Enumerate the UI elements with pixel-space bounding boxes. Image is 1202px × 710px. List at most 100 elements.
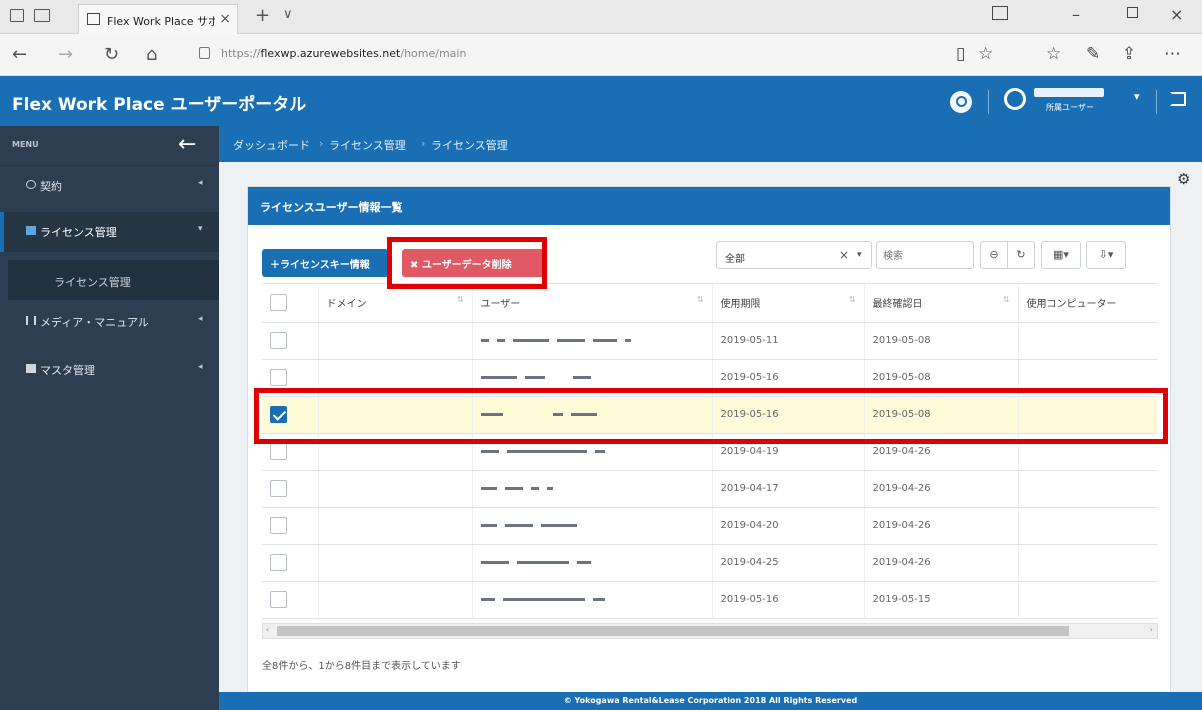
more-icon[interactable]: ⋯ (1164, 44, 1181, 64)
maximize-icon[interactable] (1127, 7, 1138, 18)
minimize-icon[interactable]: – (1072, 5, 1080, 24)
favorites-list-icon[interactable]: ☆ (1046, 44, 1061, 64)
last-checked-cell: 2019-05-08 (864, 396, 1019, 434)
refresh-table-button[interactable]: ↻ (1007, 241, 1035, 269)
lock-icon (199, 47, 210, 59)
computer-cell (1018, 544, 1158, 582)
menu-label: MENU (12, 140, 39, 149)
user-menu-caret-icon[interactable]: ▾ (1134, 90, 1140, 103)
url-field[interactable]: https://flexwp.azurewebsites.net/home/ma… (193, 41, 943, 69)
search-input[interactable] (883, 247, 967, 265)
web-note-icon[interactable]: ✎ (1086, 44, 1100, 64)
forward-icon[interactable]: → (58, 44, 73, 65)
column-header-domain[interactable]: ドメイン ⇅ (318, 284, 473, 323)
computer-cell (1018, 507, 1158, 545)
column-header-user[interactable]: ユーザー ⇅ (472, 284, 713, 323)
license-key-info-button[interactable]: ＋ライセンスキー情報 (262, 249, 388, 277)
export-button[interactable]: ⇩▾ (1086, 241, 1126, 269)
domain-cell (318, 322, 473, 360)
delete-user-data-button[interactable]: ✖ ユーザーデータ削除 (402, 249, 544, 277)
share-icon[interactable]: ⇪ (1122, 44, 1136, 64)
search-box (876, 241, 974, 269)
footer: © Yokogawa Rental&Lease Corporation 2018… (219, 692, 1202, 710)
row-checkbox[interactable] (270, 332, 287, 349)
tablet-mode-icon[interactable] (992, 6, 1008, 20)
table-row[interactable]: 2019-05-11 2019-05-08 (262, 322, 1158, 360)
row-checkbox[interactable] (270, 591, 287, 608)
scroll-right-icon[interactable]: › (1150, 625, 1153, 634)
column-header-last-checked[interactable]: 最終確認日 ⇅ (864, 284, 1019, 323)
table-row[interactable]: 2019-04-20 2019-04-26 (262, 507, 1158, 545)
panel-title: ライセンスユーザー情報一覧 (260, 201, 403, 214)
tab-manager-icon[interactable] (10, 9, 24, 22)
back-icon[interactable]: ← (12, 44, 27, 65)
table-row-selected[interactable]: 2019-05-16 2019-05-08 (262, 396, 1158, 434)
domain-cell (318, 544, 473, 582)
header-divider (1156, 90, 1157, 114)
tab-aside-icon[interactable] (34, 9, 50, 22)
media-icon (26, 316, 36, 325)
sidebar-item-label: マスタ管理 (40, 364, 95, 377)
user-cell-redacted (472, 470, 713, 508)
close-window-icon[interactable]: × (1170, 5, 1183, 24)
tab-list-icon[interactable]: ∨ (283, 7, 293, 22)
user-role: 所属ユーザー (1046, 103, 1094, 112)
logout-icon[interactable] (1170, 92, 1186, 106)
horizontal-scrollbar[interactable]: ‹ › (262, 623, 1158, 639)
scrollbar-thumb[interactable] (277, 626, 1069, 636)
breadcrumb-item[interactable]: ライセンス管理 (329, 137, 406, 153)
row-checkbox[interactable] (270, 554, 287, 571)
sidebar: MENU ← 契約 ◂ ライセンス管理 ▾ ライセンス管理 メディア・マニュアル… (0, 126, 219, 710)
row-checkbox[interactable] (270, 480, 287, 497)
filter-select[interactable]: 全部 × ▾ (716, 241, 872, 269)
sidebar-item-master[interactable]: マスタ管理 ◂ (0, 350, 219, 390)
sidebar-item-contract[interactable]: 契約 ◂ (0, 166, 219, 206)
sort-icon: ⇅ (848, 295, 856, 305)
table-row[interactable]: 2019-04-25 2019-04-26 (262, 544, 1158, 582)
sidebar-item-license[interactable]: ライセンス管理 ▾ (0, 212, 219, 252)
last-checked-cell: 2019-04-26 (864, 433, 1019, 471)
domain-cell (318, 581, 473, 619)
column-header-computer[interactable]: 使用コンピューター (1018, 284, 1158, 323)
select-all-checkbox[interactable] (270, 294, 287, 312)
used-until-cell: 2019-05-11 (712, 322, 865, 360)
contract-icon (26, 180, 36, 189)
refresh-icon[interactable]: ↻ (104, 44, 119, 65)
table-row[interactable]: 2019-05-16 2019-05-08 (262, 359, 1158, 397)
used-until-cell: 2019-05-16 (712, 396, 865, 434)
header-divider (988, 90, 989, 114)
gear-icon[interactable]: ⚙ (1177, 170, 1190, 188)
favorite-star-icon[interactable]: ☆ (978, 44, 993, 64)
new-tab-icon[interactable]: + (255, 5, 270, 26)
toggle-pagination-button[interactable]: ⊖ (980, 241, 1008, 269)
table-row[interactable]: 2019-04-19 2019-04-26 (262, 433, 1158, 471)
home-icon[interactable]: ⌂ (146, 44, 157, 65)
used-until-cell: 2019-04-17 (712, 470, 865, 508)
row-checkbox[interactable] (270, 443, 287, 460)
chevron-down-icon: ▾ (857, 250, 862, 260)
column-header-used-until[interactable]: 使用期限 ⇅ (712, 284, 865, 323)
sort-icon: ⇅ (696, 295, 704, 305)
table-row[interactable]: 2019-05-16 2019-05-15 (262, 581, 1158, 619)
expand-icon: ◂ (198, 362, 203, 372)
collapse-menu-icon[interactable]: ← (178, 132, 196, 157)
row-checkbox[interactable] (270, 369, 287, 386)
sidebar-item-media[interactable]: メディア・マニュアル ◂ (0, 302, 219, 342)
breadcrumb-item[interactable]: ダッシュボード (233, 137, 310, 153)
columns-toggle-button[interactable]: ▦▾ (1041, 241, 1081, 269)
user-name-redacted (1034, 88, 1104, 97)
clear-filter-icon[interactable]: × (839, 248, 849, 262)
menu-header: MENU ← (0, 126, 219, 166)
tab-close-icon[interactable]: × (219, 11, 231, 27)
search-icon[interactable] (950, 91, 972, 113)
used-until-cell: 2019-05-16 (712, 359, 865, 397)
scroll-left-icon[interactable]: ‹ (266, 625, 269, 634)
row-checkbox[interactable] (270, 517, 287, 534)
sidebar-subitem-license[interactable]: ライセンス管理 (8, 260, 219, 300)
breadcrumb: ダッシュボード › ライセンス管理 › ライセンス管理 (219, 126, 1202, 162)
browser-tab[interactable]: Flex Work Place サポート × (78, 4, 238, 34)
table-row[interactable]: 2019-04-17 2019-04-26 (262, 470, 1158, 508)
row-checkbox-checked[interactable] (270, 406, 287, 423)
reading-view-icon[interactable]: ▯ (956, 44, 965, 64)
domain-cell (318, 359, 473, 397)
